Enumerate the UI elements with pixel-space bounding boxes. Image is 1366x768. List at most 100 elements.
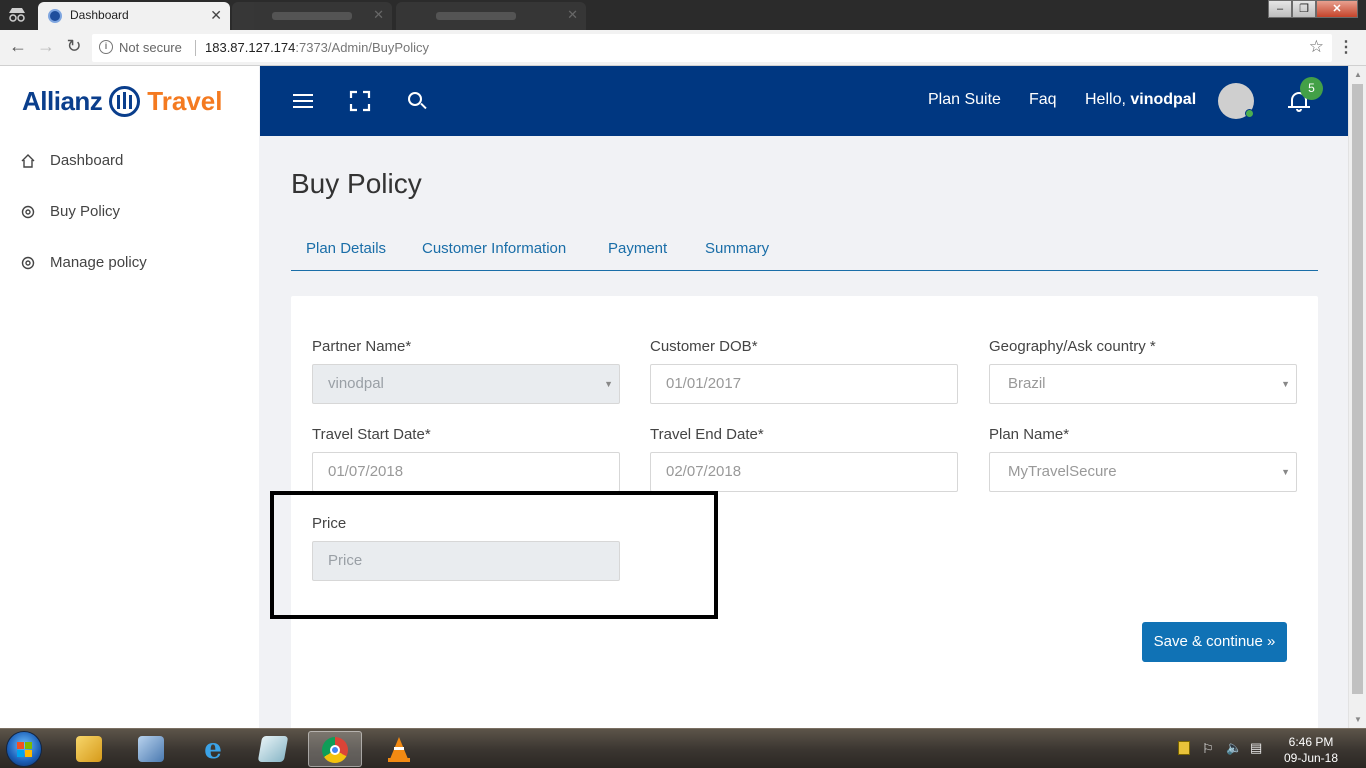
highlight-annotation-box [270,491,718,619]
browser-tab[interactable]: ✕ [232,2,392,30]
window-controls: – ❐ ✕ [1268,0,1358,18]
maximize-icon[interactable]: ❐ [1292,0,1316,18]
search-icon[interactable] [404,88,430,114]
tab-customer-information[interactable]: Customer Information [422,240,566,257]
sidebar-item-label: Buy Policy [50,203,121,220]
scroll-up-icon[interactable]: ▲ [1354,70,1362,79]
fullscreen-icon[interactable] [347,88,373,114]
reload-icon[interactable]: ↻ [62,36,86,57]
forward-arrow-icon[interactable]: → [34,36,58,57]
travel-start-date-value: 01/07/2018 [328,463,404,480]
gear-icon [20,204,36,220]
bookmark-star-icon[interactable]: ☆ [1309,37,1324,57]
close-tab-icon[interactable]: ✕ [373,7,384,23]
allianz-eagle-icon [109,85,141,117]
geography-label: Geography/Ask country * [989,338,1156,355]
url-host: 183.87.127.174 [205,40,296,55]
sidebar-item-manage-policy[interactable]: Manage policy [20,254,147,271]
sidebar-item-label: Manage policy [50,254,147,271]
travel-start-date-field[interactable]: 01/07/2018 [312,452,620,492]
close-tab-icon[interactable]: ✕ [210,7,222,24]
page-scrollbar[interactable]: ▲ ▼ [1348,66,1366,728]
customer-dob-field[interactable]: 01/01/2017 [650,364,958,404]
tab-summary[interactable]: Summary [705,240,769,257]
tab-payment[interactable]: Payment [608,240,667,257]
url-path: :7373/Admin/BuyPolicy [295,40,430,55]
minimize-icon[interactable]: – [1268,0,1292,18]
nav-link-faq[interactable]: Faq [1029,91,1057,109]
close-window-icon[interactable]: ✕ [1316,0,1358,18]
network-computer-app-icon[interactable] [124,731,178,767]
windows-taskbar: e ⚐ 🔈 ▤ 6:46 PM 09-Jun-18 [0,728,1366,768]
dropdown-caret-icon: ▼ [1281,379,1290,389]
plan-name-value: MyTravelSecure [1008,463,1117,480]
sidebar-item-label: Dashboard [50,152,124,169]
notification-count-badge: 5 [1300,77,1323,100]
partner-name-value: vinodpal [328,375,384,392]
incognito-icon [6,6,28,24]
sidebar-item-buy-policy[interactable]: Buy Policy [20,203,120,220]
tab-plan-details[interactable]: Plan Details [306,240,386,257]
browser-tabstrip: Dashboard ✕ ✕ ✕ – ❐ ✕ [0,0,1366,30]
blurred-tab-title [272,12,352,20]
travel-end-date-value: 02/07/2018 [666,463,742,480]
plan-name-select[interactable]: MyTravelSecure ▼ [989,452,1297,492]
partner-name-select: vinodpal ▼ [312,364,620,404]
clock-time: 6:46 PM [1288,735,1334,749]
travel-end-date-field[interactable]: 02/07/2018 [650,452,958,492]
browser-tab-active[interactable]: Dashboard ✕ [38,2,230,30]
partner-name-label: Partner Name* [312,338,412,355]
customer-dob-label: Customer DOB* [650,338,758,355]
address-bar[interactable]: i Not secure 183.87.127.174:7373/Admin/B… [92,34,1332,62]
avatar[interactable] [1218,83,1254,119]
travel-end-date-label: Travel End Date* [650,426,764,443]
allianz-travel-logo[interactable]: Allianz Travel [0,66,259,136]
browser-tab-title: Dashboard [70,8,129,22]
browser-toolbar: ← → ↻ i Not secure 183.87.127.174:7373/A… [0,30,1366,66]
vlc-app-icon[interactable] [372,731,426,767]
logo-text-travel: Travel [147,85,223,116]
system-clock[interactable]: 6:46 PM 09-Jun-18 [1276,734,1346,766]
clock-date: 09-Jun-18 [1283,751,1339,765]
logo-text-allianz: Allianz [22,85,103,116]
scroll-down-icon[interactable]: ▼ [1354,715,1362,724]
user-greeting: Hello, vinodpal [1085,91,1196,109]
allianz-favicon-icon [48,9,62,23]
dropdown-caret-icon: ▼ [604,379,613,389]
greeting-text: Hello, [1085,91,1126,108]
info-icon[interactable]: i [99,40,113,54]
save-continue-button[interactable]: Save & continue » [1142,622,1287,662]
volume-icon[interactable]: 🔈 [1226,740,1242,756]
scrollbar-thumb[interactable] [1352,84,1363,694]
chrome-app-icon[interactable] [308,731,362,767]
sidebar: Allianz Travel Dashboard Buy Policy Mana… [0,66,259,728]
customer-dob-value: 01/01/2017 [666,375,742,392]
geography-select[interactable]: Brazil ▼ [989,364,1297,404]
nav-link-plan-suite[interactable]: Plan Suite [928,91,1001,109]
hamburger-menu-icon[interactable] [290,88,316,114]
browser-menu-icon[interactable]: ⋮ [1338,37,1354,57]
internet-explorer-icon[interactable]: e [186,731,240,767]
gear-icon [20,255,36,271]
network-status-icon[interactable]: ▤ [1250,740,1262,756]
close-tab-icon[interactable]: ✕ [567,7,578,23]
start-button-icon[interactable] [6,731,42,767]
home-icon [20,153,36,169]
security-label: Not secure [119,40,182,55]
travel-start-date-label: Travel Start Date* [312,426,431,443]
security-tray-icon[interactable] [1178,741,1190,755]
notes-app-icon[interactable] [246,731,300,767]
outlook-app-icon[interactable] [62,731,116,767]
plan-name-label: Plan Name* [989,426,1070,443]
url-text[interactable]: 183.87.127.174:7373/Admin/BuyPolicy [205,40,429,55]
browser-tab[interactable]: ✕ [396,2,586,30]
online-status-dot [1245,109,1254,118]
dropdown-caret-icon: ▼ [1281,467,1290,477]
sidebar-item-dashboard[interactable]: Dashboard [20,152,123,169]
back-arrow-icon[interactable]: ← [6,36,30,57]
action-center-flag-icon[interactable]: ⚐ [1202,741,1214,757]
step-tabs: Plan Details Customer Information Paymen… [291,238,1318,271]
username: vinodpal [1130,91,1197,108]
page-title: Buy Policy [291,168,422,199]
app-header: Plan Suite Faq Hello, vinodpal 5 [260,66,1348,136]
